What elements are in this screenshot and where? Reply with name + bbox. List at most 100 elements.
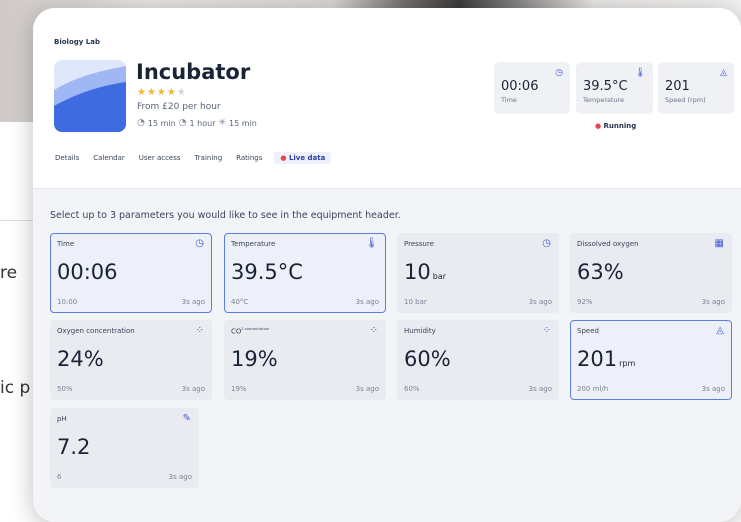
parameter-target: 6 bbox=[57, 473, 62, 481]
loader-icon: ✳ bbox=[218, 118, 227, 128]
parameter-target: 10 bar bbox=[404, 298, 427, 306]
tab-details[interactable]: Details bbox=[53, 152, 81, 164]
header-param-label: Time bbox=[501, 96, 517, 104]
parameter-name: Time bbox=[57, 240, 75, 248]
status-text: Running bbox=[603, 122, 637, 130]
parameter-name: Oxygen concentration bbox=[57, 327, 135, 335]
status-dot-icon: ● bbox=[595, 122, 602, 130]
parameter-value: 19% bbox=[231, 347, 278, 371]
parameter-name: CO2 concentration bbox=[231, 327, 269, 335]
header-param-label: Temperature bbox=[583, 96, 625, 104]
clock-icon: ◔ bbox=[137, 118, 145, 128]
parameter-updated: 3s ago bbox=[181, 298, 205, 306]
header-param-speed: ◬ 201 Speed (rpm) bbox=[658, 62, 734, 114]
parameter-value: 7.2 bbox=[57, 435, 91, 459]
parameter-target: 50% bbox=[57, 385, 73, 393]
price-text: From £20 per hour bbox=[137, 102, 221, 112]
thumbnail-graphic bbox=[54, 60, 126, 132]
star-filled-icon: ★★★★ bbox=[137, 87, 177, 98]
breadcrumb[interactable]: Biology Lab bbox=[54, 38, 100, 46]
parameter-number: 201 bbox=[577, 347, 618, 371]
equipment-title: Incubator bbox=[136, 60, 251, 84]
parameter-tile-time[interactable]: Time ◷ 00:06 10:00 3s ago bbox=[50, 233, 212, 313]
parameter-value: 201 rpm bbox=[577, 347, 635, 371]
parameter-tile-ph[interactable]: pH ✎ 7.2 6 3s ago bbox=[50, 408, 199, 488]
tab-bar: Details Calendar User access Training Ra… bbox=[53, 152, 332, 164]
parameter-number: 10 bbox=[404, 260, 431, 284]
header-param-value: 00:06 bbox=[501, 79, 539, 94]
test-tube-icon: ✎ bbox=[182, 413, 191, 424]
parameter-value: 24% bbox=[57, 347, 104, 371]
parameter-name: Temperature bbox=[231, 240, 276, 248]
clock-icon: ◷ bbox=[555, 68, 563, 78]
background-text: re bbox=[0, 263, 18, 283]
parameter-tile-humidity[interactable]: Humidity ⁘ 60% 60% 3s ago bbox=[397, 320, 559, 400]
clock-icon: ◷ bbox=[195, 238, 204, 249]
parameter-updated: 3s ago bbox=[528, 385, 552, 393]
drop-icon: ◬ bbox=[720, 68, 727, 78]
header-param-temperature: 🌡︎ 39.5°C Temperature bbox=[576, 62, 653, 114]
tab-label: Live data bbox=[288, 154, 326, 162]
star-empty-icon: ★ bbox=[176, 87, 187, 98]
tab-live-data[interactable]: ● Live data bbox=[274, 152, 332, 164]
parameter-name: Humidity bbox=[404, 327, 436, 335]
header-param-value: 39.5°C bbox=[583, 79, 628, 94]
parameter-unit: bar bbox=[432, 272, 447, 281]
parameter-updated: 3s ago bbox=[528, 298, 552, 306]
parameter-target: 10:00 bbox=[57, 298, 78, 306]
parameter-value: 63% bbox=[577, 260, 624, 284]
header-param-value: 201 bbox=[665, 79, 690, 94]
equipment-card: Biology Lab Incubator ★★★★★ From £20 per… bbox=[33, 8, 741, 522]
rating-stars: ★★★★★ bbox=[137, 87, 187, 98]
parameter-target: 200 ml/h bbox=[577, 385, 609, 393]
parameter-target: 92% bbox=[577, 298, 593, 306]
thermometer-icon: 🌡︎ bbox=[365, 238, 378, 249]
equipment-thumbnail bbox=[54, 60, 126, 132]
parameter-target: 40°C bbox=[231, 298, 249, 306]
thermometer-icon: 🌡︎ bbox=[634, 68, 646, 78]
parameter-value: 10 bar bbox=[404, 260, 446, 284]
molecule-icon: ⁘ bbox=[542, 325, 551, 336]
tab-training[interactable]: Training bbox=[193, 152, 225, 164]
background-text: ic p bbox=[0, 378, 31, 398]
instructions-text: Select up to 3 parameters you would like… bbox=[50, 210, 401, 221]
tab-calendar[interactable]: Calendar bbox=[91, 152, 126, 164]
parameter-value: 39.5°C bbox=[231, 260, 303, 284]
dots-grid-icon: ▦ bbox=[714, 238, 724, 249]
parameter-value: 00:06 bbox=[57, 260, 118, 284]
parameter-updated: 3s ago bbox=[355, 385, 379, 393]
parameter-tile-dissolved-oxygen[interactable]: Dissolved oxygen ▦ 63% 92% 3s ago bbox=[570, 233, 732, 313]
gauge-icon: ◷ bbox=[542, 238, 551, 249]
header-param-label: Speed (rpm) bbox=[665, 96, 706, 104]
tab-ratings[interactable]: Ratings bbox=[234, 152, 264, 164]
parameter-tile-temperature[interactable]: Temperature 🌡︎ 39.5°C 40°C 3s ago bbox=[224, 233, 386, 313]
parameter-name: pH bbox=[57, 415, 67, 423]
parameter-name: Pressure bbox=[404, 240, 434, 248]
parameter-name-main: CO bbox=[231, 327, 242, 336]
parameter-updated: 3s ago bbox=[701, 385, 725, 393]
parameter-updated: 3s ago bbox=[168, 473, 192, 481]
parameter-name-sup: 2 concentration bbox=[241, 327, 269, 331]
parameter-tile-pressure[interactable]: Pressure ◷ 10 bar 10 bar 3s ago bbox=[397, 233, 559, 313]
parameter-target: 19% bbox=[231, 385, 247, 393]
status-indicator: ● Running bbox=[595, 122, 636, 130]
parameter-tile-co2-concentration[interactable]: CO2 concentration ⁘ 19% 19% 3s ago bbox=[224, 320, 386, 400]
clock-icon: ◔ bbox=[178, 118, 187, 128]
parameter-name: Speed bbox=[577, 327, 599, 335]
duration-value: 15 min bbox=[147, 118, 176, 128]
parameter-tile-oxygen-concentration[interactable]: Oxygen concentration ⁘ 24% 50% 3s ago bbox=[50, 320, 212, 400]
parameter-name: Dissolved oxygen bbox=[577, 240, 639, 248]
booking-durations: ◔ 15 min ◔ 1 hour ✳ 15 min bbox=[137, 118, 257, 128]
duration-value: 15 min bbox=[229, 118, 257, 128]
header-param-time: ◷ 00:06 Time bbox=[494, 62, 570, 114]
live-dot-icon: ● bbox=[280, 154, 289, 162]
parameter-target: 60% bbox=[404, 385, 420, 393]
parameter-updated: 3s ago bbox=[701, 298, 725, 306]
drop-icon: ◬ bbox=[716, 325, 724, 336]
molecule-icon: ⁘ bbox=[369, 325, 378, 336]
parameter-value: 60% bbox=[404, 347, 451, 371]
tab-user-access[interactable]: User access bbox=[137, 152, 183, 164]
molecule-icon: ⁘ bbox=[195, 325, 204, 336]
parameter-updated: 3s ago bbox=[355, 298, 379, 306]
parameter-tile-speed[interactable]: Speed ◬ 201 rpm 200 ml/h 3s ago bbox=[570, 320, 732, 400]
